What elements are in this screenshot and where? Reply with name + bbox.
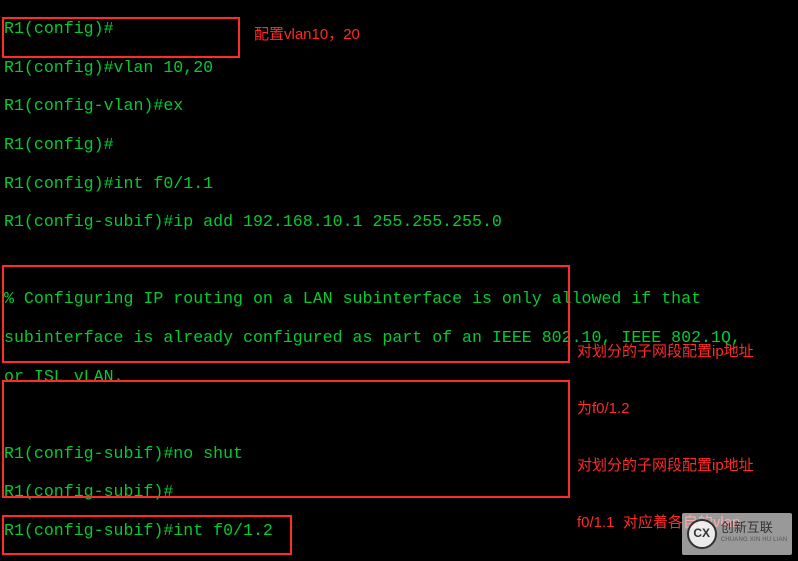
term-line: R1(config)#: [4, 19, 798, 38]
watermark-line1: 创新互联: [721, 522, 788, 534]
term-line: R1(config)#vlan 10,20: [4, 58, 798, 77]
term-line: [4, 251, 798, 270]
annotation-vlan: 配置vlan10，20: [254, 25, 360, 44]
term-line: R1(config)#int f0/1.1: [4, 174, 798, 193]
watermark-text: 创新互联 CHUANG XIN HU LIAN: [721, 522, 788, 546]
watermark: CX 创新互联 CHUANG XIN HU LIAN: [682, 513, 792, 555]
annotation-subif2-l2: 为f0/1.2: [577, 399, 754, 418]
term-line: R1(config)#: [4, 135, 798, 154]
annotation-subif2-l1: 对划分的子网段配置ip地址: [577, 342, 754, 361]
term-line: R1(config-vlan)#ex: [4, 96, 798, 115]
term-line: R1(config-subif)#ip add 192.168.10.1 255…: [4, 212, 798, 231]
watermark-logo-icon: CX: [687, 519, 717, 549]
annotation-subif1-l1: 对划分的子网段配置ip地址: [577, 456, 754, 475]
watermark-line2: CHUANG XIN HU LIAN: [721, 534, 788, 546]
